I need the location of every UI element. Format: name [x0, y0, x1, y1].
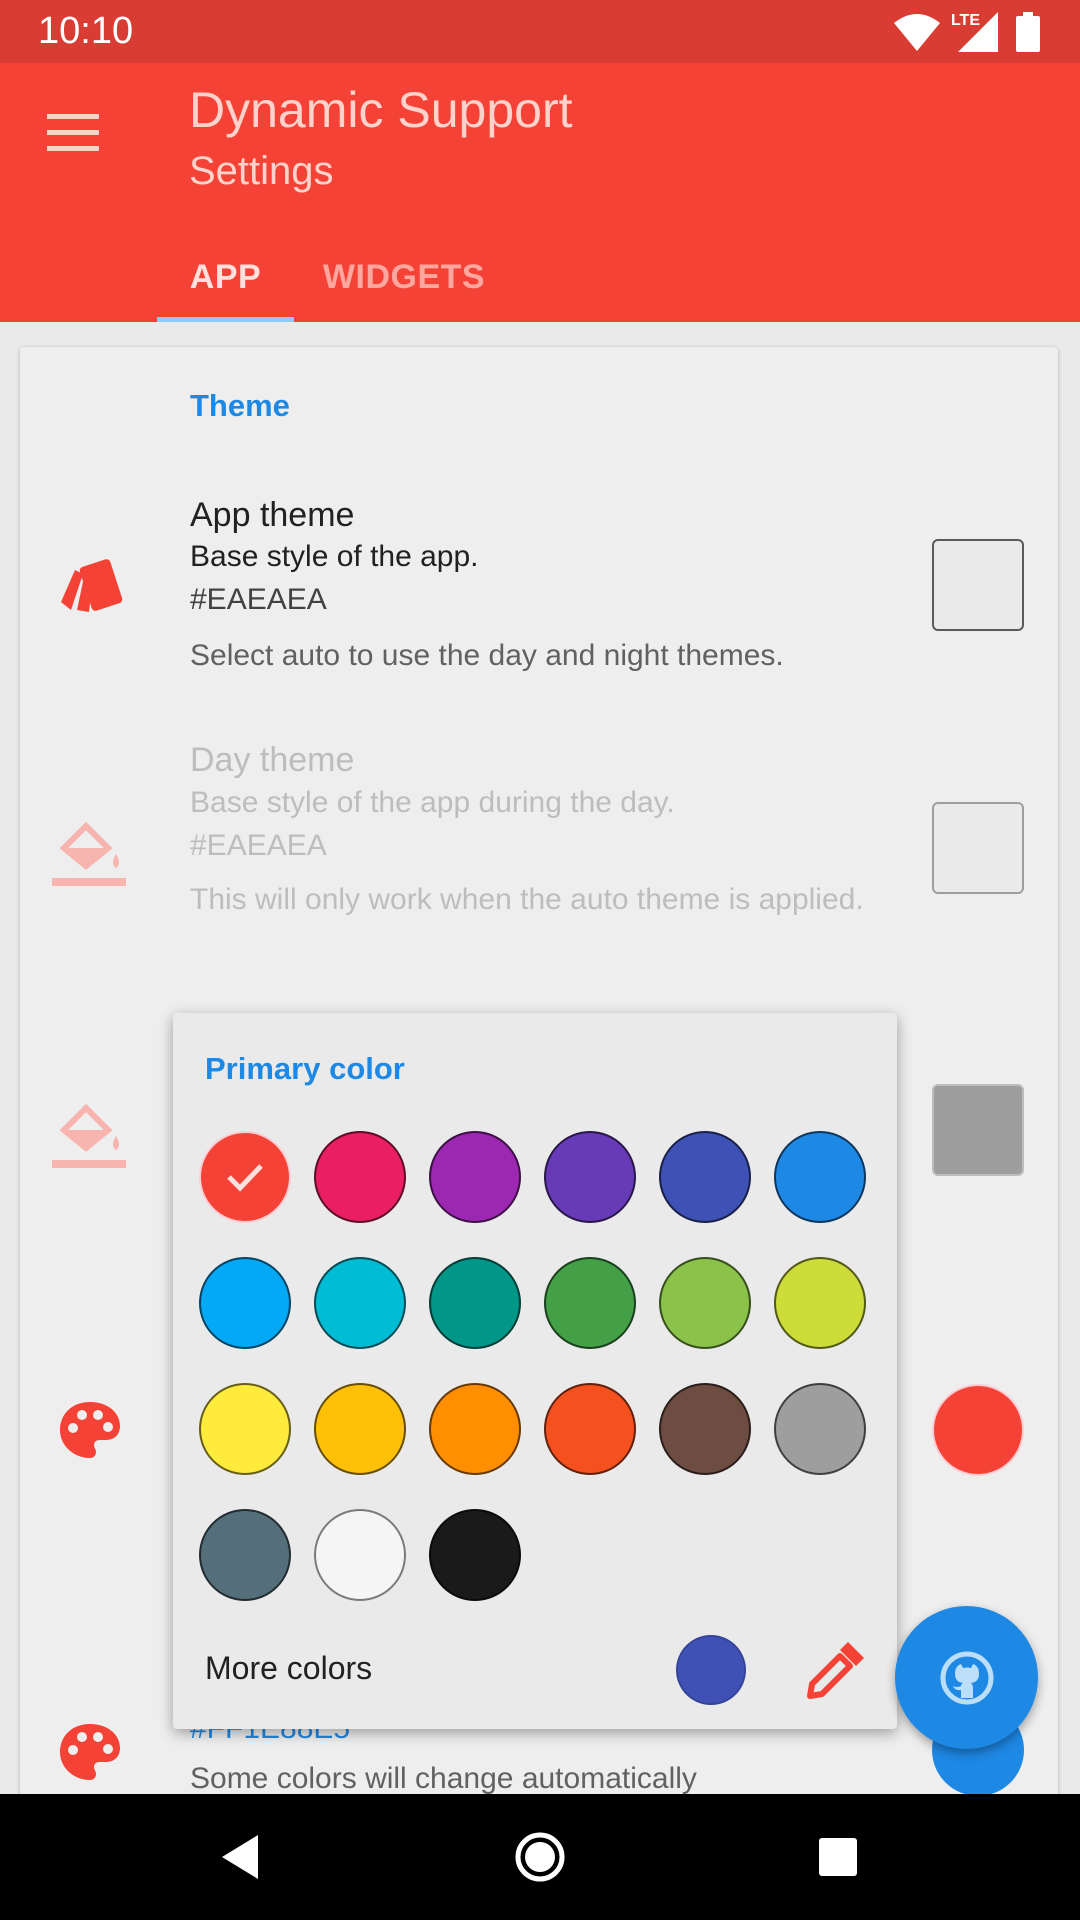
status-time: 10:10: [38, 10, 134, 52]
color-swatch[interactable]: [199, 1257, 291, 1349]
color-swatch[interactable]: [429, 1509, 521, 1601]
hamburger-menu-icon: [47, 114, 99, 151]
day-theme-value: #EAEAEA: [190, 829, 327, 862]
tab-app[interactable]: APP: [157, 233, 294, 322]
signal-icon: [958, 12, 998, 52]
tab-indicator: [157, 317, 294, 322]
wifi-icon: [894, 14, 940, 51]
color-swatch[interactable]: [544, 1383, 636, 1475]
battery-icon: [1016, 12, 1040, 52]
back-button[interactable]: [195, 1812, 285, 1902]
tab-widgets[interactable]: WIDGETS: [294, 233, 514, 322]
home-button[interactable]: [495, 1812, 585, 1902]
home-circle-icon: [515, 1832, 565, 1882]
app-theme-summary: Base style of the app.: [190, 540, 479, 573]
primary-color-swatch[interactable]: [932, 1384, 1024, 1476]
day-theme-summary: Base style of the app during the day.: [190, 786, 675, 819]
night-theme-color-swatch[interactable]: [932, 1084, 1024, 1176]
color-swatch[interactable]: [544, 1257, 636, 1349]
color-swatch[interactable]: [314, 1257, 406, 1349]
day-theme-title[interactable]: Day theme: [190, 741, 354, 780]
color-swatch[interactable]: [314, 1383, 406, 1475]
paint-bucket-icon: [50, 808, 130, 888]
color-swatch[interactable]: [199, 1383, 291, 1475]
app-theme-value: #EAEAEA: [190, 583, 327, 616]
color-grid: [199, 1131, 866, 1601]
paint-bucket-icon: [50, 1090, 130, 1170]
palette-icon: [50, 1712, 130, 1792]
color-swatch[interactable]: [314, 1131, 406, 1223]
theme-swatches-icon: [50, 545, 130, 625]
check-icon: [227, 1164, 263, 1192]
app-theme-description: Select auto to use the day and night the…: [190, 639, 784, 672]
navigation-bar: [0, 1794, 1080, 1920]
accent-color-description: Some colors will change automatically: [190, 1762, 697, 1795]
color-swatch[interactable]: [199, 1131, 291, 1223]
color-swatch[interactable]: [774, 1383, 866, 1475]
color-swatch[interactable]: [429, 1257, 521, 1349]
recents-button[interactable]: [793, 1812, 883, 1902]
app-subtitle: Settings: [189, 149, 334, 193]
day-theme-color-swatch[interactable]: [932, 802, 1024, 894]
screen: 10:10 LTE Dynamic Support Settings APP W…: [0, 0, 1080, 1920]
section-header-theme: Theme: [190, 388, 290, 423]
day-theme-description: This will only work when the auto theme …: [190, 883, 864, 916]
palette-icon: [50, 1390, 130, 1470]
color-swatch[interactable]: [774, 1257, 866, 1349]
color-swatch[interactable]: [544, 1131, 636, 1223]
recents-square-icon: [819, 1838, 857, 1876]
color-swatch[interactable]: [314, 1509, 406, 1601]
github-fab[interactable]: [895, 1606, 1038, 1749]
status-icons: [894, 10, 1040, 54]
eyedropper-icon: [807, 1642, 864, 1699]
color-swatch[interactable]: [199, 1509, 291, 1601]
color-swatch[interactable]: [429, 1383, 521, 1475]
menu-button[interactable]: [38, 103, 108, 163]
popup-title: Primary color: [205, 1051, 405, 1086]
app-bar: Dynamic Support Settings APP WIDGETS: [0, 63, 1080, 322]
more-colors-button[interactable]: More colors: [205, 1650, 372, 1687]
status-bar: 10:10 LTE: [0, 0, 1080, 63]
app-theme-title[interactable]: App theme: [190, 496, 354, 535]
back-triangle-icon: [222, 1835, 258, 1879]
color-swatch[interactable]: [659, 1257, 751, 1349]
color-picker-button[interactable]: [793, 1627, 879, 1713]
color-swatch[interactable]: [774, 1131, 866, 1223]
color-picker-popup: Primary color More colors: [173, 1013, 897, 1729]
more-colors-swatch[interactable]: [676, 1635, 746, 1705]
app-theme-color-swatch[interactable]: [932, 539, 1024, 631]
color-swatch[interactable]: [659, 1383, 751, 1475]
app-title: Dynamic Support: [189, 82, 573, 138]
github-icon: [940, 1651, 993, 1704]
color-swatch[interactable]: [429, 1131, 521, 1223]
color-swatch[interactable]: [659, 1131, 751, 1223]
